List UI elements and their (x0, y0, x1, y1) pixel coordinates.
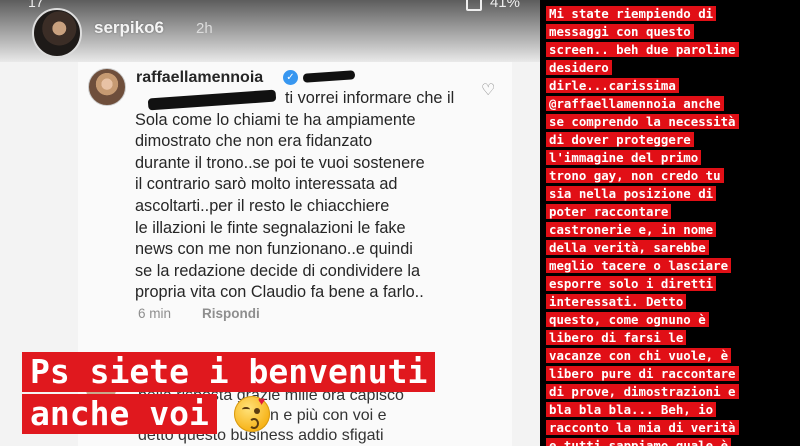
comment-line: ascoltarti..per il resto le chiacchiere (135, 196, 390, 215)
text-story-line: messaggi con questo (546, 24, 694, 39)
status-bar-right: 41% (465, 0, 520, 11)
text-story-line: @raffaellamennoia anche (546, 96, 724, 111)
text-story-line: racconto la mia di verità (546, 420, 739, 435)
comment-avatar[interactable] (88, 68, 126, 106)
caption-line-1: Ps siete i benvenuti (22, 352, 436, 392)
text-story-line: vacanze con chi vuole, è (546, 348, 732, 363)
story-screenshot-panel: 17 41% serpiko6 2h raffaellamennoia ✓ ♡ … (0, 0, 540, 446)
comment-line: le illazioni le finte segnalazioni le fa… (135, 218, 406, 237)
text-story-line: di dover proteggere (546, 132, 694, 147)
story-username[interactable]: serpiko6 (94, 18, 164, 38)
text-story-line: questo, come ognuno è (546, 312, 709, 327)
comment-line: Sola come lo chiami te ha ampiamente (135, 110, 416, 129)
text-story-line: Mi state riempiendo di (546, 6, 717, 21)
text-story-line: esporre solo i diretti (546, 276, 717, 291)
text-story-panel: Mi state riempiendo di messaggi con quest… (540, 0, 800, 446)
comment-line: dimostrato che non era fidanzato (135, 132, 373, 151)
comment-username[interactable]: raffaellamennoia (136, 69, 263, 87)
text-story-line: poter raccontare (546, 204, 672, 219)
text-story-line: screen.. beh due paroline (546, 42, 739, 57)
text-story-line: se comprendo la necessità (546, 114, 739, 129)
text-story-line: libero pure di raccontare (546, 366, 739, 381)
text-story-line: di prove, dimostrazioni e (546, 384, 739, 399)
text-story-line: meglio tacere o lasciare (546, 258, 732, 273)
comment-line: news con me non funzionano..e quindi (135, 240, 413, 259)
text-story-line: e tutti sappiamo quale è (546, 438, 732, 446)
verified-icon: ✓ (283, 70, 298, 85)
text-story-line: l'immagine del primo (546, 150, 702, 165)
comment-line: durante il trono..se poi te vuoi sostene… (135, 153, 425, 172)
battery-level: 41% (489, 0, 520, 11)
text-story-line: desidero (546, 60, 612, 75)
comment-line: ti vorrei informare che il (285, 89, 455, 107)
text-story-line: della verità, sarebbe (546, 240, 709, 255)
comment-line: il contrario sarò molto interessata ad (135, 175, 398, 194)
story-header-bar: 17 41% serpiko6 2h (0, 0, 540, 62)
text-story-line: bla bla bla... Beh, io (546, 402, 717, 417)
comment-line: propria vita con Claudio fa bene a farlo… (135, 283, 424, 302)
text-story-line: trono gay, non credo tu (546, 168, 724, 183)
text-story-line: interessati. Detto (546, 294, 687, 309)
comment-text: ti vorrei informare che il Sola come lo … (135, 88, 485, 304)
status-bar-left: 17 (28, 0, 44, 10)
reply-button[interactable]: Rispondi (202, 306, 260, 321)
signal-icon (465, 0, 482, 11)
text-story-line: dirle...carissima (546, 78, 679, 93)
text-story-line: libero di farsi le (546, 330, 687, 345)
comment-line: se la redazione decide di condividere la (135, 261, 421, 280)
redaction-scribble (302, 70, 356, 83)
text-story-line: castronerie e, in nome (546, 222, 717, 237)
text-story-line: sia nella posizione di (546, 186, 717, 201)
kiss-emoji-icon: ♥ (234, 394, 270, 432)
story-avatar[interactable] (32, 8, 82, 58)
story-time: 2h (196, 20, 213, 37)
caption-line-2: anche voi (22, 394, 217, 434)
comment-time: 6 min (138, 306, 172, 321)
text-story-lines: Mi state riempiendo di messaggi con quest… (546, 6, 739, 446)
